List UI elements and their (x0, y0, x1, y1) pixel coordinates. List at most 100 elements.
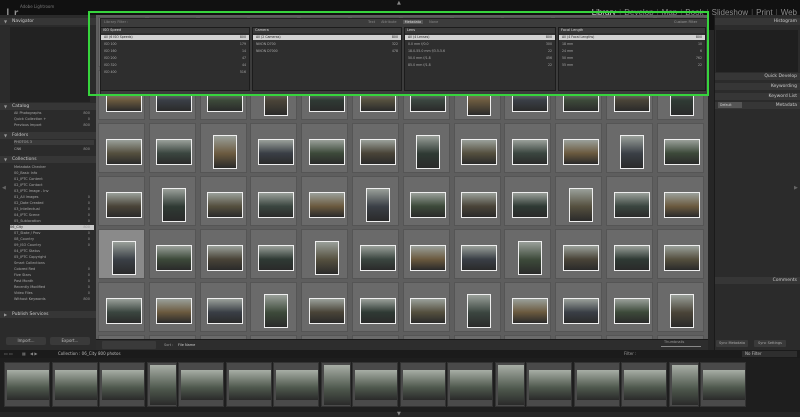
grid-cell[interactable] (402, 123, 450, 173)
filter-row[interactable]: ISO 400 516 (101, 70, 249, 75)
filter-row[interactable]: ISO 200 47 (101, 56, 249, 61)
grid-cell[interactable] (352, 123, 399, 173)
collection-item[interactable]: 00_Basic Info (14, 171, 94, 176)
filmstrip-cell[interactable] (273, 362, 319, 407)
filter-row[interactable]: 0.0 mm f/0.0 300 (405, 42, 555, 47)
grid-cell[interactable] (504, 282, 552, 332)
grid-cell[interactable] (148, 176, 196, 226)
filmstrip-cell[interactable] (320, 362, 351, 407)
sync-settings-button[interactable]: Sync Settings (754, 340, 786, 347)
grid-cell[interactable] (606, 229, 653, 279)
collection-item[interactable]: Metadata Checker (14, 165, 94, 170)
grid-cell[interactable] (606, 282, 653, 332)
grid-cell[interactable] (301, 123, 349, 173)
filter-row[interactable]: ISO 100 179 (101, 42, 249, 47)
filter-row[interactable]: 18 mm 10 (559, 42, 705, 47)
collection-item[interactable]: 05_IPTC Copyright (14, 255, 94, 260)
filter-row[interactable]: All (4 Lenses) 800 (405, 35, 555, 40)
grid-cell[interactable] (656, 229, 704, 279)
collection-item[interactable]: Colored Red 0 (14, 267, 94, 272)
filter-row[interactable]: 50 mm 762 (559, 56, 705, 61)
grid-cell[interactable] (199, 176, 247, 226)
collection-item[interactable]: 05_Sublocation 0 (14, 219, 94, 224)
filmstrip-cell[interactable] (99, 362, 145, 407)
grid-cell[interactable] (504, 229, 552, 279)
collection-item[interactable]: 04_IPTC Status (14, 249, 94, 254)
grid-cell[interactable] (301, 229, 349, 279)
filter-dropdown[interactable]: No Filter (742, 351, 797, 357)
navigator-header[interactable]: ▼ Navigator (0, 18, 96, 25)
collection-item[interactable]: 06_City 800 (10, 225, 94, 230)
publish-services-header[interactable]: ▶ Publish Services (0, 311, 96, 318)
collection-item[interactable]: 03_IPTC Image - Inv (14, 189, 94, 194)
collection-item[interactable]: 03_Intellectual 0 (14, 207, 94, 212)
grid-cell[interactable] (555, 229, 603, 279)
grid-cell[interactable] (199, 229, 247, 279)
collection-item[interactable]: 02_Date Created 0 (14, 201, 94, 206)
collection-item[interactable]: 02_IPTC Contact (14, 183, 94, 188)
grid-cell[interactable] (250, 176, 298, 226)
folder-volume[interactable]: PHOTOS 3 (14, 140, 94, 145)
filmstrip-cell[interactable] (668, 362, 699, 407)
comments-header[interactable]: Comments (715, 277, 800, 284)
catalog-header[interactable]: ▼ Catalog (0, 103, 96, 110)
grid-cell[interactable] (504, 123, 552, 173)
filter-row[interactable]: All (4 Focal Lengths) 800 (559, 35, 705, 40)
catalog-item[interactable]: All Photographs 800 (14, 111, 94, 116)
filter-column-header[interactable]: Focal Length (559, 28, 705, 33)
grid-cell[interactable] (606, 176, 653, 226)
grid-cell[interactable] (656, 123, 704, 173)
collection-item[interactable]: Smart Collections (14, 261, 94, 266)
filter-row[interactable]: All (6 ISO Speeds) 800 (101, 35, 249, 40)
filter-row[interactable]: 50.0 mm f/1.8 456 (405, 56, 555, 61)
filmstrip-cell[interactable] (700, 362, 746, 407)
collection-item[interactable]: 09_ISO Country 0 (14, 243, 94, 248)
source-path[interactable]: Collection : 06_City (58, 351, 97, 356)
grid-cell[interactable] (555, 176, 603, 226)
filmstrip-cell[interactable] (51, 362, 98, 407)
filter-row[interactable]: ISO 160 14 (101, 49, 249, 54)
grid-cell[interactable] (504, 176, 552, 226)
grid-cell[interactable] (148, 229, 196, 279)
filmstrip-cell[interactable] (399, 362, 446, 407)
filter-row[interactable]: All (2 Cameras) 800 (253, 35, 401, 40)
filmstrip-cell[interactable] (621, 362, 667, 407)
grid-cell[interactable] (656, 282, 704, 332)
grid-cell[interactable] (402, 176, 450, 226)
filmstrip-cell[interactable] (178, 362, 224, 407)
keywording-header[interactable]: Keywording (715, 83, 800, 90)
filmstrip-cell[interactable] (146, 362, 177, 407)
view-mode-buttons[interactable] (102, 341, 156, 349)
keyword-list-header[interactable]: Keyword List (715, 93, 800, 100)
collection-item[interactable]: 07_State / Prov 0 (14, 231, 94, 236)
grid-cell[interactable] (98, 229, 145, 279)
catalog-item[interactable]: Previous Import 800 (14, 123, 94, 128)
grid-cell[interactable] (98, 176, 145, 226)
catalog-item[interactable]: Quick Collection +0 (14, 117, 94, 122)
filter-row[interactable]: 55 mm 22 (559, 63, 705, 68)
grid-cell[interactable] (555, 282, 603, 332)
collapse-bottom-icon[interactable]: ▼ (397, 411, 401, 417)
metadata-preset-dropdown[interactable]: Default (718, 102, 742, 108)
collection-item[interactable]: Past Month 0 (14, 279, 94, 284)
filmstrip[interactable] (0, 358, 800, 412)
grid-cell[interactable] (199, 123, 247, 173)
collection-item[interactable]: Without Keywords 800 (14, 297, 94, 302)
filmstrip-cell[interactable] (447, 362, 493, 407)
filter-row[interactable]: NIKON D700 322 (253, 42, 401, 47)
grid-cell[interactable] (199, 282, 247, 332)
collapse-right-icon[interactable]: ▶ (794, 185, 798, 191)
filter-row[interactable]: 24 mm 6 (559, 49, 705, 54)
grid-cell[interactable] (250, 282, 298, 332)
filmstrip-cell[interactable] (4, 362, 50, 407)
collection-item[interactable]: Recently Modified 0 (14, 285, 94, 290)
filter-row[interactable]: NIKON D7000 478 (253, 49, 401, 54)
filmstrip-cell[interactable] (352, 362, 398, 407)
grid-cell[interactable] (606, 123, 653, 173)
folder-item[interactable]: CN6 800 (14, 147, 94, 152)
grid-cell[interactable] (148, 123, 196, 173)
grid-cell[interactable] (98, 123, 145, 173)
filter-row[interactable]: 18.0-55.0 mm f/3.5-5.6 22 (405, 49, 555, 54)
collection-item[interactable]: 01_All Images 0 (14, 195, 94, 200)
grid-cell[interactable] (352, 176, 399, 226)
